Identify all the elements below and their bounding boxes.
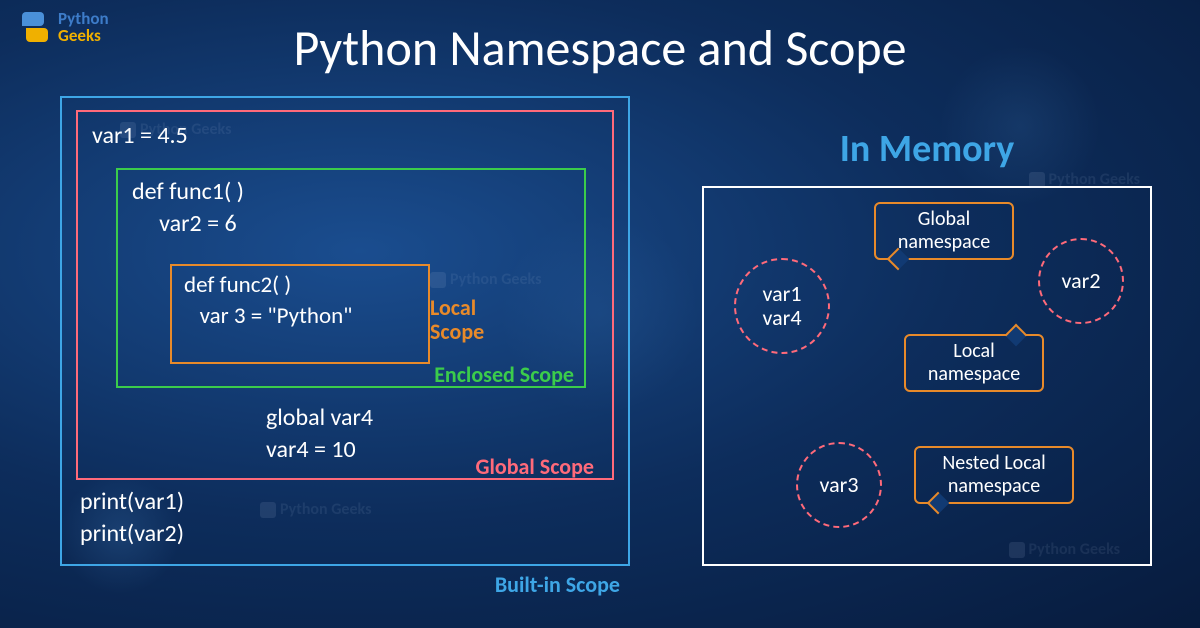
label-builtin-scope: Built-in Scope <box>495 571 620 598</box>
memory-heading: In Memory <box>702 126 1152 172</box>
circle2-text: var2 <box>1062 269 1101 293</box>
code-func1-def: def func1( ) <box>132 176 570 208</box>
label-global-scope: Global Scope <box>476 453 595 480</box>
code-var4-assign: var4 = 10 <box>266 434 373 466</box>
circle1-line2: var4 <box>763 306 802 330</box>
code-func2-body: var 3 = "Python" <box>184 301 416 332</box>
scope-diagram: var1 = 4.5 def func1( ) var2 = 6 def fun… <box>60 96 630 566</box>
circle-var3: var3 <box>796 442 882 528</box>
circle-var2: var2 <box>1038 238 1124 324</box>
bubble-global-namespace: Global namespace <box>874 202 1014 260</box>
memory-box: Global namespace var1 var4 var2 Local na… <box>702 186 1152 566</box>
bubble-nested-namespace: Nested Local namespace <box>914 446 1074 504</box>
builtin-scope-box: var1 = 4.5 def func1( ) var2 = 6 def fun… <box>60 96 630 566</box>
code-global-stmt: global var4 <box>266 402 373 434</box>
label-local-scope: Local Scope <box>430 296 500 344</box>
enclosed-scope-box: def func1( ) var2 = 6 def func2( ) var 3… <box>116 168 586 388</box>
label-enclosed-scope: Enclosed Scope <box>434 361 574 388</box>
memory-diagram: In Memory Global namespace var1 var4 var… <box>702 126 1152 566</box>
code-var1: var1 = 4.5 <box>92 120 598 152</box>
code-print-block: print(var1) print(var2) <box>80 486 184 551</box>
global-scope-box: var1 = 4.5 def func1( ) var2 = 6 def fun… <box>76 110 614 480</box>
code-print1: print(var1) <box>80 486 184 518</box>
code-func2-def: def func2( ) <box>184 270 416 301</box>
circle-global-vars: var1 var4 <box>734 258 830 354</box>
bubble-local-namespace: Local namespace <box>904 334 1044 392</box>
brand-text: Python Geeks <box>58 10 109 44</box>
code-print2: print(var2) <box>80 518 184 550</box>
python-logo-icon <box>18 10 52 44</box>
local-scope-box: def func2( ) var 3 = "Python" Local Scop… <box>170 264 430 364</box>
circle1-line1: var1 <box>763 282 802 306</box>
page-title: Python Namespace and Scope <box>293 18 906 79</box>
code-func1-body: var2 = 6 <box>132 208 570 240</box>
circle3-text: var3 <box>820 473 859 497</box>
code-global-block: global var4 var4 = 10 <box>266 402 373 467</box>
brand-logo: Python Geeks <box>18 10 109 44</box>
brand-line2: Geeks <box>58 27 109 44</box>
